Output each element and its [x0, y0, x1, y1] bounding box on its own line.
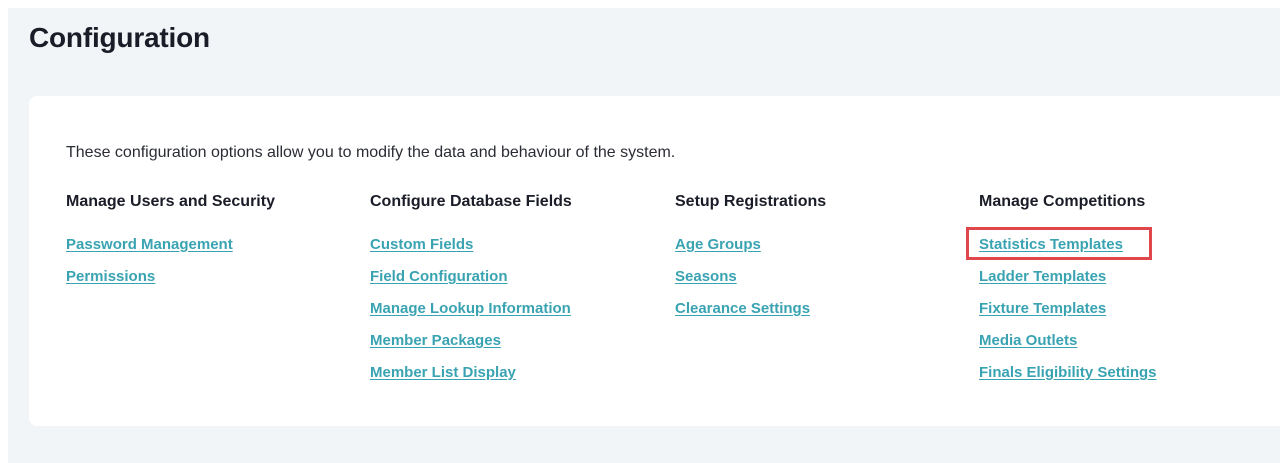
column-heading: Configure Database Fields	[370, 193, 572, 210]
column-manage-competitions: Manage Competitions Statistics Templates…	[966, 192, 1157, 395]
link-permissions[interactable]: Permissions	[66, 268, 155, 285]
list-item: Password Management	[66, 235, 275, 267]
column-heading: Manage Users and Security	[66, 193, 275, 210]
list-item: Age Groups	[675, 235, 826, 267]
list-item: Custom Fields	[370, 235, 572, 267]
column-heading: Setup Registrations	[675, 193, 827, 210]
list-item: Ladder Templates	[979, 267, 1157, 299]
link-list: Statistics Templates Ladder Templates Fi…	[966, 227, 1157, 395]
link-statistics-templates[interactable]: Statistics Templates	[979, 236, 1123, 253]
list-item: Statistics Templates	[966, 227, 1157, 267]
configuration-panel: These configuration options allow you to…	[29, 96, 1280, 426]
link-finals-eligibility-settings[interactable]: Finals Eligibility Settings	[979, 364, 1157, 381]
column-heading: Manage Competitions	[979, 193, 1146, 210]
link-member-packages[interactable]: Member Packages	[370, 332, 501, 349]
list-item: Fixture Templates	[979, 299, 1157, 331]
column-configure-database-fields: Configure Database Fields Custom Fields …	[370, 192, 572, 395]
list-item: Media Outlets	[979, 331, 1157, 363]
link-media-outlets[interactable]: Media Outlets	[979, 332, 1077, 349]
link-password-management[interactable]: Password Management	[66, 236, 233, 253]
link-age-groups[interactable]: Age Groups	[675, 236, 761, 253]
column-manage-users-and-security: Manage Users and Security Password Manag…	[66, 192, 275, 299]
link-ladder-templates[interactable]: Ladder Templates	[979, 268, 1106, 285]
list-item: Manage Lookup Information	[370, 299, 572, 331]
intro-text: These configuration options allow you to…	[66, 144, 676, 161]
link-seasons[interactable]: Seasons	[675, 268, 737, 285]
link-clearance-settings[interactable]: Clearance Settings	[675, 300, 810, 317]
link-manage-lookup-information[interactable]: Manage Lookup Information	[370, 300, 571, 317]
page-title: Configuration	[29, 22, 210, 53]
list-item: Field Configuration	[370, 267, 572, 299]
list-item: Finals Eligibility Settings	[979, 363, 1157, 395]
link-list: Custom Fields Field Configuration Manage…	[370, 235, 572, 395]
list-item: Clearance Settings	[675, 299, 826, 331]
link-member-list-display[interactable]: Member List Display	[370, 364, 516, 381]
link-custom-fields[interactable]: Custom Fields	[370, 236, 473, 253]
link-field-configuration[interactable]: Field Configuration	[370, 268, 507, 285]
list-item: Member List Display	[370, 363, 572, 395]
link-list: Password Management Permissions	[66, 235, 275, 299]
column-setup-registrations: Setup Registrations Age Groups Seasons C…	[675, 192, 826, 331]
link-list: Age Groups Seasons Clearance Settings	[675, 235, 826, 331]
list-item: Seasons	[675, 267, 826, 299]
link-fixture-templates[interactable]: Fixture Templates	[979, 300, 1106, 317]
list-item: Member Packages	[370, 331, 572, 363]
list-item: Permissions	[66, 267, 275, 299]
